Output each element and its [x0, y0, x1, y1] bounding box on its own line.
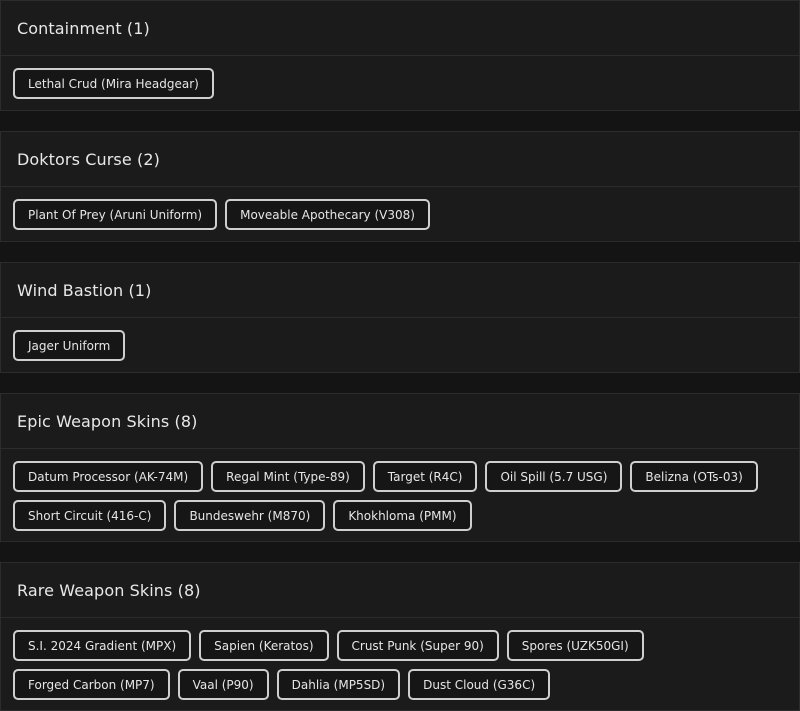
section-body: Jager Uniform — [1, 318, 799, 361]
tag-list: S.I. 2024 Gradient (MPX) Sapien (Keratos… — [13, 630, 787, 700]
item-collection-page: Containment (1) Lethal Crud (Mira Headge… — [0, 0, 800, 711]
section-body: Datum Processor (AK-74M) Regal Mint (Typ… — [1, 449, 799, 531]
item-tag[interactable]: Jager Uniform — [13, 330, 126, 361]
item-tag[interactable]: Dahlia (MP5SD) — [276, 669, 401, 700]
item-tag[interactable]: Dust Cloud (G36C) — [408, 669, 551, 700]
section-header: Wind Bastion (1) — [1, 263, 799, 318]
section-body: S.I. 2024 Gradient (MPX) Sapien (Keratos… — [1, 618, 799, 700]
item-tag[interactable]: Plant Of Prey (Aruni Uniform) — [13, 199, 218, 230]
section-containment: Containment (1) Lethal Crud (Mira Headge… — [0, 0, 800, 111]
item-tag[interactable]: Khokhloma (PMM) — [333, 500, 472, 531]
tag-list: Lethal Crud (Mira Headgear) — [13, 68, 787, 99]
section-epic-weapon-skins: Epic Weapon Skins (8) Datum Processor (A… — [0, 393, 800, 542]
item-tag[interactable]: Short Circuit (416-C) — [13, 500, 167, 531]
section-body: Plant Of Prey (Aruni Uniform) Moveable A… — [1, 187, 799, 230]
item-tag[interactable]: Belizna (OTs-03) — [630, 461, 758, 492]
section-header: Rare Weapon Skins (8) — [1, 563, 799, 618]
item-tag[interactable]: Vaal (P90) — [177, 669, 269, 700]
section-header: Containment (1) — [1, 1, 799, 56]
section-header: Doktors Curse (2) — [1, 132, 799, 187]
section-rare-weapon-skins: Rare Weapon Skins (8) S.I. 2024 Gradient… — [0, 562, 800, 711]
section-header: Epic Weapon Skins (8) — [1, 394, 799, 449]
item-tag[interactable]: Crust Punk (Super 90) — [336, 630, 499, 661]
item-tag[interactable]: Sapien (Keratos) — [199, 630, 329, 661]
section-title: Wind Bastion (1) — [17, 280, 152, 300]
item-tag[interactable]: S.I. 2024 Gradient (MPX) — [13, 630, 192, 661]
item-tag[interactable]: Target (R4C) — [372, 461, 478, 492]
section-title: Epic Weapon Skins (8) — [17, 411, 198, 431]
item-tag[interactable]: Spores (UZK50GI) — [506, 630, 644, 661]
item-tag[interactable]: Oil Spill (5.7 USG) — [485, 461, 623, 492]
item-tag[interactable]: Lethal Crud (Mira Headgear) — [13, 68, 214, 99]
item-tag[interactable]: Regal Mint (Type-89) — [211, 461, 365, 492]
item-tag[interactable]: Forged Carbon (MP7) — [13, 669, 170, 700]
item-tag[interactable]: Datum Processor (AK-74M) — [13, 461, 204, 492]
item-tag[interactable]: Bundeswehr (M870) — [174, 500, 326, 531]
item-tag[interactable]: Moveable Apothecary (V308) — [225, 199, 430, 230]
section-title: Doktors Curse (2) — [17, 149, 160, 169]
tag-list: Jager Uniform — [13, 330, 787, 361]
section-body: Lethal Crud (Mira Headgear) — [1, 56, 799, 99]
section-wind-bastion: Wind Bastion (1) Jager Uniform — [0, 262, 800, 373]
section-doktors-curse: Doktors Curse (2) Plant Of Prey (Aruni U… — [0, 131, 800, 242]
tag-list: Datum Processor (AK-74M) Regal Mint (Typ… — [13, 461, 787, 531]
section-title: Containment (1) — [17, 18, 150, 38]
section-title: Rare Weapon Skins (8) — [17, 580, 201, 600]
tag-list: Plant Of Prey (Aruni Uniform) Moveable A… — [13, 199, 787, 230]
